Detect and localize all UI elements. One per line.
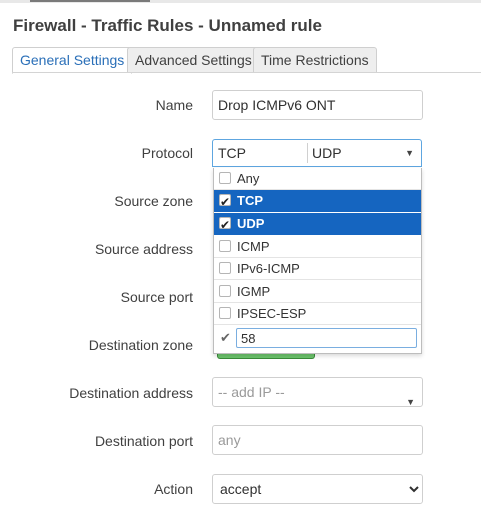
protocol-separator xyxy=(307,143,308,163)
source-port-label: Source port xyxy=(120,289,193,305)
option-label: IGMP xyxy=(237,284,271,299)
protocol-option-any[interactable]: Any xyxy=(214,168,421,190)
protocol-option-tcp[interactable]: TCP xyxy=(214,190,421,213)
destination-address-placeholder: -- add IP -- xyxy=(218,384,285,400)
tab-general-settings[interactable]: General Settings xyxy=(12,47,133,74)
option-label: UDP xyxy=(237,216,265,231)
checkbox-icon[interactable] xyxy=(219,307,231,319)
protocol-selected-tcp: TCP xyxy=(218,145,246,161)
protocol-label: Protocol xyxy=(141,145,193,161)
name-input[interactable] xyxy=(212,90,423,120)
destination-port-label: Destination port xyxy=(94,433,193,449)
destination-address-label: Destination address xyxy=(69,385,193,401)
protocol-multiselect[interactable]: TCP UDP ▼ xyxy=(212,139,422,167)
source-zone-label: Source zone xyxy=(114,193,193,209)
window-top-border xyxy=(0,0,481,3)
source-address-label: Source address xyxy=(94,241,193,257)
checkbox-icon[interactable] xyxy=(219,240,231,252)
checkbox-icon[interactable] xyxy=(219,285,231,297)
protocol-dropdown: Any TCP UDP ICMP IPv6-ICMP IGMP IPSEC-ES… xyxy=(213,168,422,354)
protocol-option-igmp[interactable]: IGMP xyxy=(214,281,421,303)
action-label: Action xyxy=(154,481,193,497)
option-label: IPSEC-ESP xyxy=(237,306,307,321)
custom-protocol-row: ✔ xyxy=(214,325,421,353)
tab-time-restrictions[interactable]: Time Restrictions xyxy=(253,47,377,73)
option-label: IPv6-ICMP xyxy=(237,261,300,276)
protocol-option-udp[interactable]: UDP xyxy=(214,213,421,236)
destination-port-input[interactable] xyxy=(212,425,423,455)
action-select[interactable]: accept xyxy=(212,474,423,504)
destination-zone-label: Destination zone xyxy=(88,337,193,353)
checkbox-checked-icon[interactable] xyxy=(219,214,231,236)
name-label: Name xyxy=(155,97,193,113)
custom-protocol-input[interactable] xyxy=(236,328,417,348)
checkmark-icon: ✔ xyxy=(220,330,231,345)
tab-divider xyxy=(12,72,481,73)
chevron-down-icon[interactable]: ▼ xyxy=(405,148,414,158)
chevron-down-icon[interactable]: ▼ xyxy=(406,388,415,416)
page-title: Firewall - Traffic Rules - Unnamed rule xyxy=(13,16,322,35)
protocol-option-icmp[interactable]: ICMP xyxy=(214,236,421,258)
destination-address-select[interactable]: -- add IP -- ▼ xyxy=(212,377,423,407)
protocol-option-ipv6-icmp[interactable]: IPv6-ICMP xyxy=(214,258,421,280)
checkbox-icon[interactable] xyxy=(219,262,231,274)
protocol-option-ipsec-esp[interactable]: IPSEC-ESP xyxy=(214,303,421,325)
protocol-selected-udp: UDP xyxy=(312,145,342,161)
option-label: Any xyxy=(237,171,260,186)
tab-advanced-settings[interactable]: Advanced Settings xyxy=(127,47,260,73)
checkbox-checked-icon[interactable] xyxy=(219,191,231,213)
checkbox-icon[interactable] xyxy=(219,172,231,184)
option-label: ICMP xyxy=(237,239,270,254)
option-label: TCP xyxy=(237,193,263,208)
